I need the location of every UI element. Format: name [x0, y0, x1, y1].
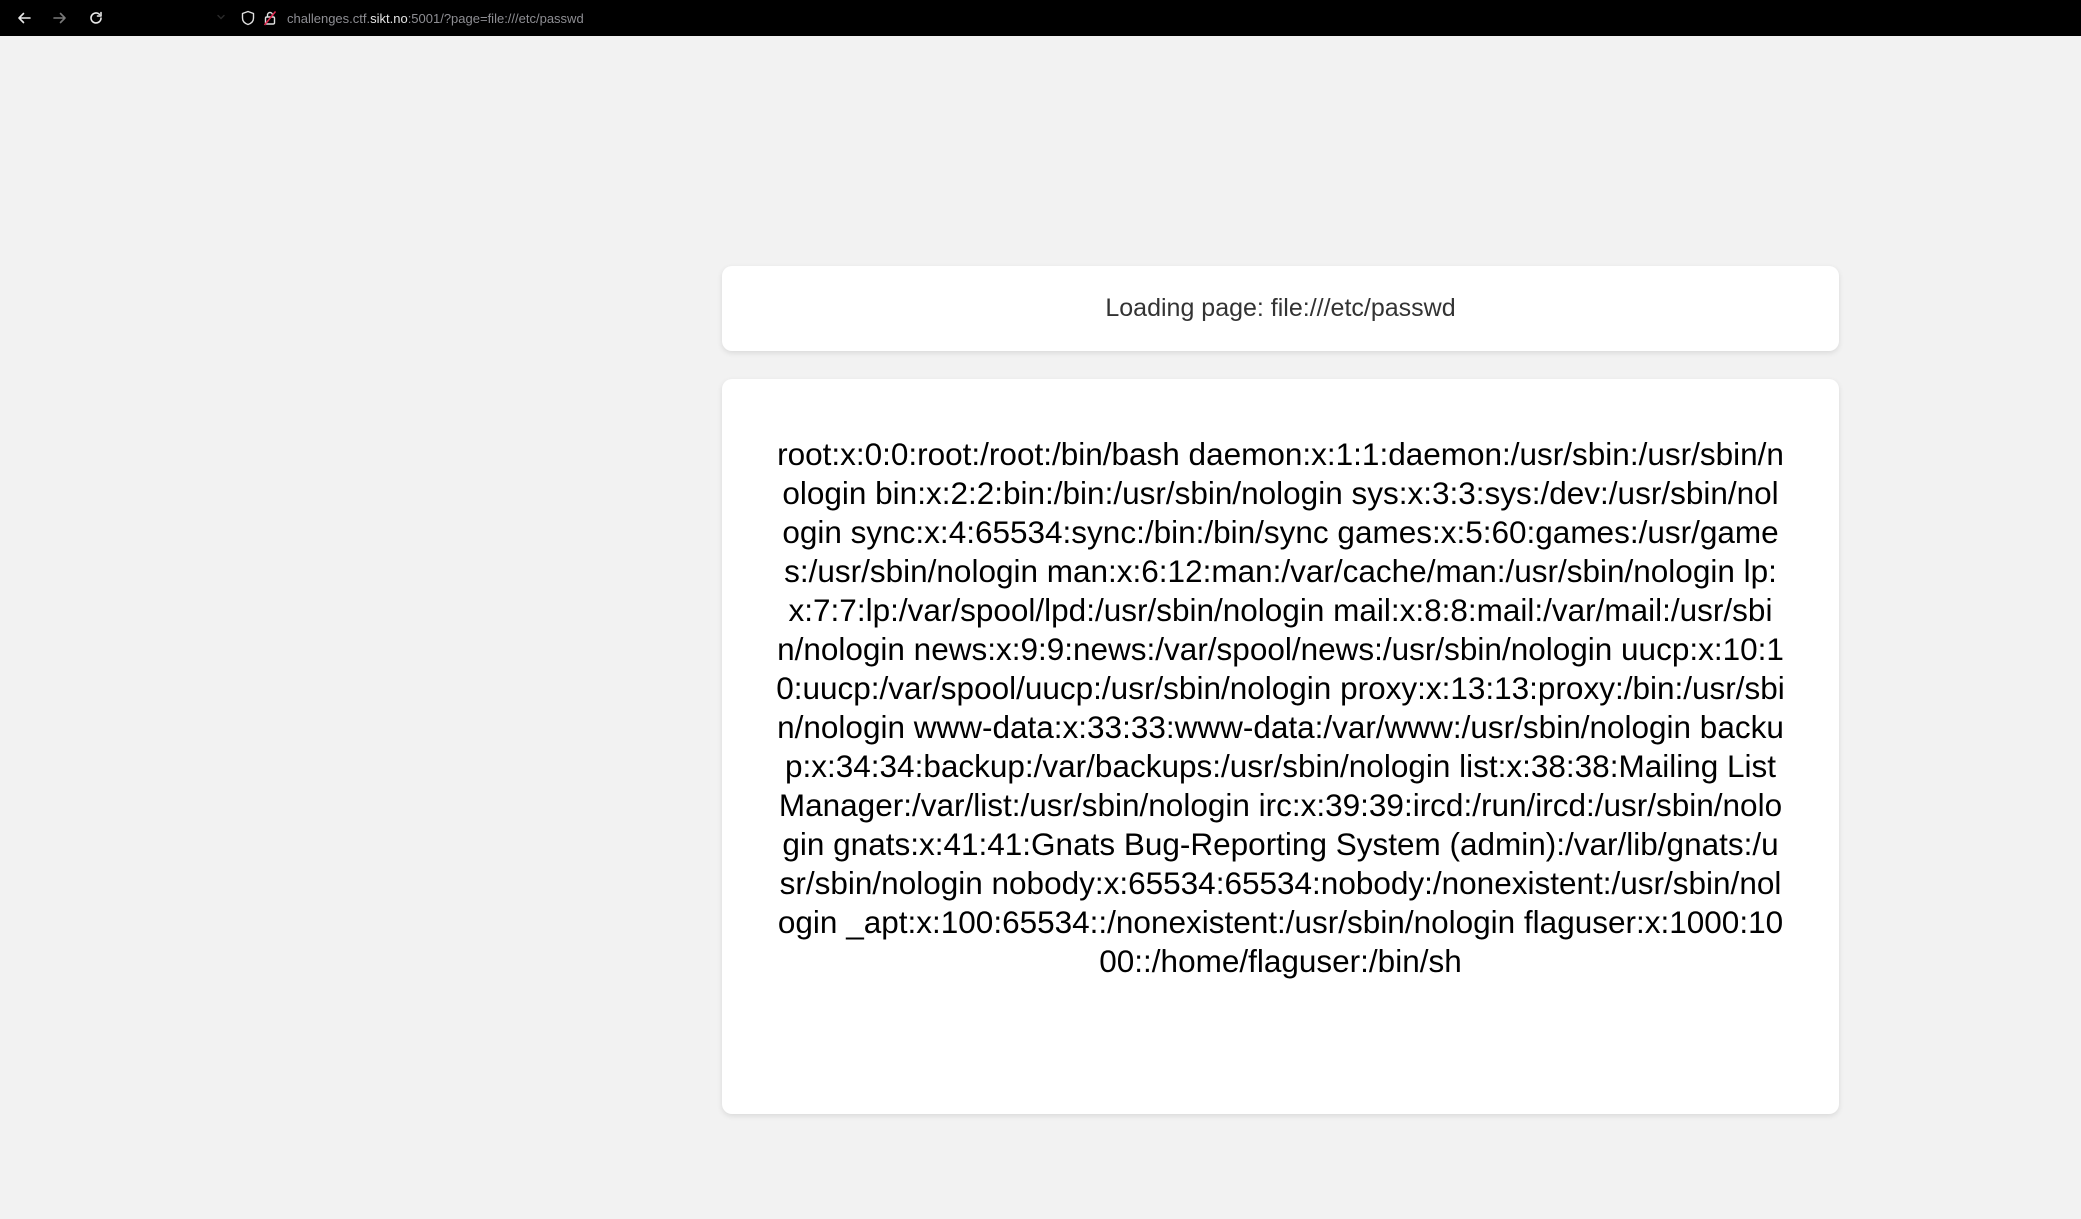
browser-toolbar: challenges.ctf.sikt.no:5001/?page=file:/… — [0, 0, 2081, 36]
loading-card: Loading page: file:///etc/passwd — [722, 266, 1839, 351]
reload-icon — [90, 11, 102, 24]
loading-message: Loading page: file:///etc/passwd — [1105, 294, 1456, 322]
chevron-down-icon[interactable] — [215, 11, 227, 23]
lock-icon — [263, 11, 277, 26]
address-bar[interactable]: challenges.ctf.sikt.no:5001/?page=file:/… — [237, 0, 2081, 36]
forward-arrow-icon — [53, 12, 66, 24]
back-button[interactable] — [6, 0, 42, 36]
file-contents: root:x:0:0:root:/root:/bin/bash daemon:x… — [776, 436, 1785, 979]
forward-button[interactable] — [42, 0, 78, 36]
tracking-protection-button[interactable] — [237, 0, 259, 36]
tab-area — [114, 0, 237, 36]
shield-icon — [241, 10, 255, 26]
site-security-button[interactable] — [259, 0, 281, 36]
url-suffix: :5001/?page=file:///etc/passwd — [407, 10, 584, 26]
url-text[interactable]: challenges.ctf.sikt.no:5001/?page=file:/… — [287, 11, 584, 26]
reload-button[interactable] — [78, 0, 114, 36]
back-arrow-icon — [18, 12, 31, 24]
url-prefix: challenges.ctf. — [287, 10, 371, 26]
url-domain: sikt.no — [370, 10, 408, 26]
content-card: root:x:0:0:root:/root:/bin/bash daemon:x… — [722, 379, 1839, 1114]
